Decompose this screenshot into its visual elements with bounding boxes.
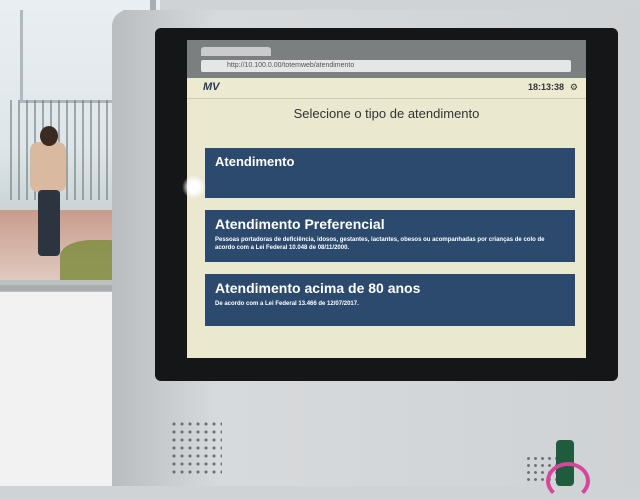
page-title: Selecione o tipo de atendimento: [293, 106, 480, 121]
option-title: Atendimento Preferencial: [215, 216, 385, 232]
address-bar[interactable]: http://10.100.0.00/totemweb/atendimento: [201, 60, 571, 72]
browser-tab[interactable]: [201, 47, 271, 56]
floor: [0, 292, 130, 486]
pink-cable: [546, 462, 590, 500]
atendimento-button[interactable]: Atendimento: [205, 148, 575, 198]
browser-toolbar: http://10.100.0.00/totemweb/atendimento: [187, 40, 586, 78]
light-glare: [182, 175, 206, 199]
option-description: De acordo com a Lei Federal 13.466 de 12…: [215, 301, 359, 307]
speaker-grill: [170, 420, 222, 476]
kiosk-screen: http://10.100.0.00/totemweb/atendimento …: [187, 40, 586, 358]
clock: 18:13:38: [527, 82, 564, 92]
option-title: Atendimento acima de 80 anos: [215, 280, 421, 296]
settings-icon[interactable]: ⚙: [570, 82, 578, 93]
atendimento-80-anos-button[interactable]: Atendimento acima de 80 anos De acordo c…: [205, 274, 575, 326]
option-description: Pessoas portadoras de deficiência, idoso…: [215, 237, 545, 251]
option-title: Atendimento: [215, 154, 295, 169]
atendimento-preferencial-button[interactable]: Atendimento Preferencial Pessoas portado…: [205, 210, 575, 262]
app-header: MV 18:13:38 ⚙: [187, 78, 586, 99]
mv-logo: MV: [203, 81, 220, 93]
